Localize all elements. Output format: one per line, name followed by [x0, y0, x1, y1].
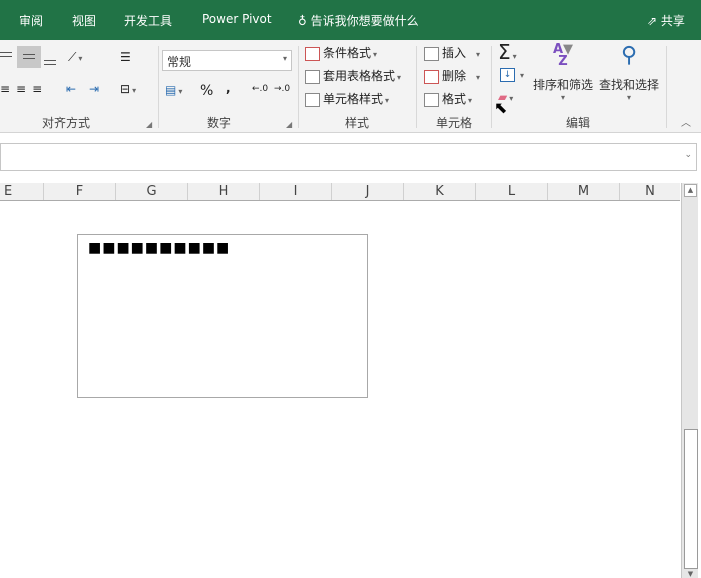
- share-label: 共享: [660, 14, 685, 28]
- column-header[interactable]: N: [620, 183, 680, 200]
- tell-me-search[interactable]: ♁ 告诉我你想要做什么: [298, 12, 419, 29]
- sort-filter-button[interactable]: A▼ Z 排序和筛选 ▾: [531, 42, 595, 102]
- column-header[interactable]: K: [404, 183, 476, 200]
- table-style-icon: [305, 69, 320, 84]
- column-header[interactable]: G: [116, 183, 188, 200]
- accounting-format-icon[interactable]: ▤ ▾: [165, 83, 182, 97]
- percent-button[interactable]: %: [200, 83, 213, 99]
- column-header[interactable]: E: [0, 183, 44, 200]
- wrap-text-icon[interactable]: ☰: [120, 50, 131, 64]
- cell-style-icon: [305, 92, 320, 107]
- column-header[interactable]: M: [548, 183, 620, 200]
- tab-view[interactable]: 视图: [72, 12, 96, 29]
- merge-center-button[interactable]: ⊟ ▾: [120, 82, 136, 96]
- lightbulb-icon: ♁: [298, 14, 307, 28]
- format-as-table-button[interactable]: 套用表格格式 ▾: [305, 67, 401, 84]
- scroll-down-icon[interactable]: ▼: [684, 570, 697, 578]
- format-cells-button[interactable]: 格式 ▾: [424, 90, 472, 107]
- column-header[interactable]: I: [260, 183, 332, 200]
- column-header[interactable]: F: [44, 183, 116, 200]
- label: 排序和筛选: [532, 78, 593, 92]
- group-label-editing: 编辑: [566, 116, 591, 130]
- conditional-formatting-button[interactable]: 条件格式 ▾: [305, 44, 377, 61]
- chevron-down-icon: ▾: [282, 54, 287, 63]
- dialog-launcher-icon[interactable]: ◢: [286, 120, 292, 129]
- label: 格式: [442, 92, 467, 106]
- title-bar: 审阅 视图 开发工具 Power Pivot ♁ 告诉我你想要做什么 ⇗ 共享: [0, 0, 701, 40]
- label: 查找和选择: [598, 78, 659, 92]
- number-format-select[interactable]: 常规 ▾: [162, 50, 292, 71]
- group-label-styles: 样式: [345, 116, 370, 130]
- magnifier-icon: ⚲: [620, 43, 638, 68]
- number-format-value: 常规: [167, 55, 192, 69]
- column-header[interactable]: H: [188, 183, 260, 200]
- column-header[interactable]: L: [476, 183, 548, 200]
- increase-indent-icon[interactable]: ⇥: [89, 82, 99, 96]
- sort-az-filter-icon: A▼ Z: [552, 42, 574, 69]
- scroll-up-icon[interactable]: ▲: [684, 184, 697, 197]
- label: 单元格样式: [323, 92, 384, 106]
- formula-bar-input[interactable]: ⌄: [0, 143, 697, 171]
- find-select-button[interactable]: ⚲ 查找和选择 ▾: [597, 43, 661, 103]
- insert-cells-button[interactable]: 插入 ▾: [424, 44, 480, 61]
- mouse-cursor-icon: ⬉: [494, 98, 508, 117]
- label: 条件格式: [323, 46, 372, 60]
- tell-me-text: 告诉我你想要做什么: [310, 14, 419, 28]
- increase-decimal-icon[interactable]: ←.0: [252, 84, 268, 94]
- text-box-content: ■■■■■■■■■■: [88, 240, 231, 256]
- delete-icon: [424, 69, 439, 84]
- column-header[interactable]: J: [332, 183, 404, 200]
- group-label-number: 数字: [207, 116, 232, 130]
- label: 套用表格格式: [323, 69, 396, 83]
- insert-icon: [424, 46, 439, 61]
- conditional-format-icon: [305, 46, 320, 61]
- delete-cells-button[interactable]: 删除 ▾: [424, 67, 480, 84]
- fill-button[interactable]: ↓ ▾: [500, 67, 524, 82]
- comma-button[interactable]: ,: [226, 81, 231, 95]
- label: 删除: [442, 69, 467, 83]
- expand-formula-icon[interactable]: ⌄: [684, 150, 692, 160]
- tab-review[interactable]: 审阅: [19, 12, 43, 29]
- group-label-cells: 单元格: [436, 116, 473, 130]
- autosum-button[interactable]: Σ ▾: [498, 40, 517, 64]
- align-horizontal-buttons[interactable]: ≡≡≡: [0, 82, 48, 96]
- cell-styles-button[interactable]: 单元格样式 ▾: [305, 90, 389, 107]
- group-label-alignment: 对齐方式: [42, 116, 91, 130]
- label: 插入: [442, 46, 467, 60]
- share-button[interactable]: ⇗ 共享: [647, 12, 685, 29]
- tab-power-pivot[interactable]: Power Pivot: [202, 12, 272, 26]
- share-icon: ⇗: [647, 14, 658, 28]
- decrease-decimal-icon[interactable]: →.0: [274, 84, 290, 94]
- format-icon: [424, 92, 439, 107]
- ribbon: ⟋ ▾ ☰ ≡≡≡ ⇤ ⇥ ⊟ ▾ 对齐方式 ◢ 常规 ▾ ▤ ▾ % , ←.0 →.…: [0, 40, 701, 133]
- column-headers: E F G H I J K L M N: [0, 183, 680, 201]
- vertical-scrollbar[interactable]: ▲ ▼: [681, 183, 698, 578]
- tab-developer[interactable]: 开发工具: [124, 12, 172, 29]
- scrollbar-thumb[interactable]: [684, 429, 698, 569]
- fill-down-icon: ↓: [500, 67, 515, 82]
- orientation-button[interactable]: ⟋ ▾: [68, 50, 82, 65]
- align-middle-button[interactable]: [17, 46, 41, 68]
- collapse-ribbon-icon[interactable]: ︿: [681, 114, 691, 129]
- decrease-indent-icon[interactable]: ⇤: [66, 82, 76, 96]
- text-box[interactable]: ■■■■■■■■■■: [77, 234, 368, 398]
- dialog-launcher-icon[interactable]: ◢: [146, 120, 152, 129]
